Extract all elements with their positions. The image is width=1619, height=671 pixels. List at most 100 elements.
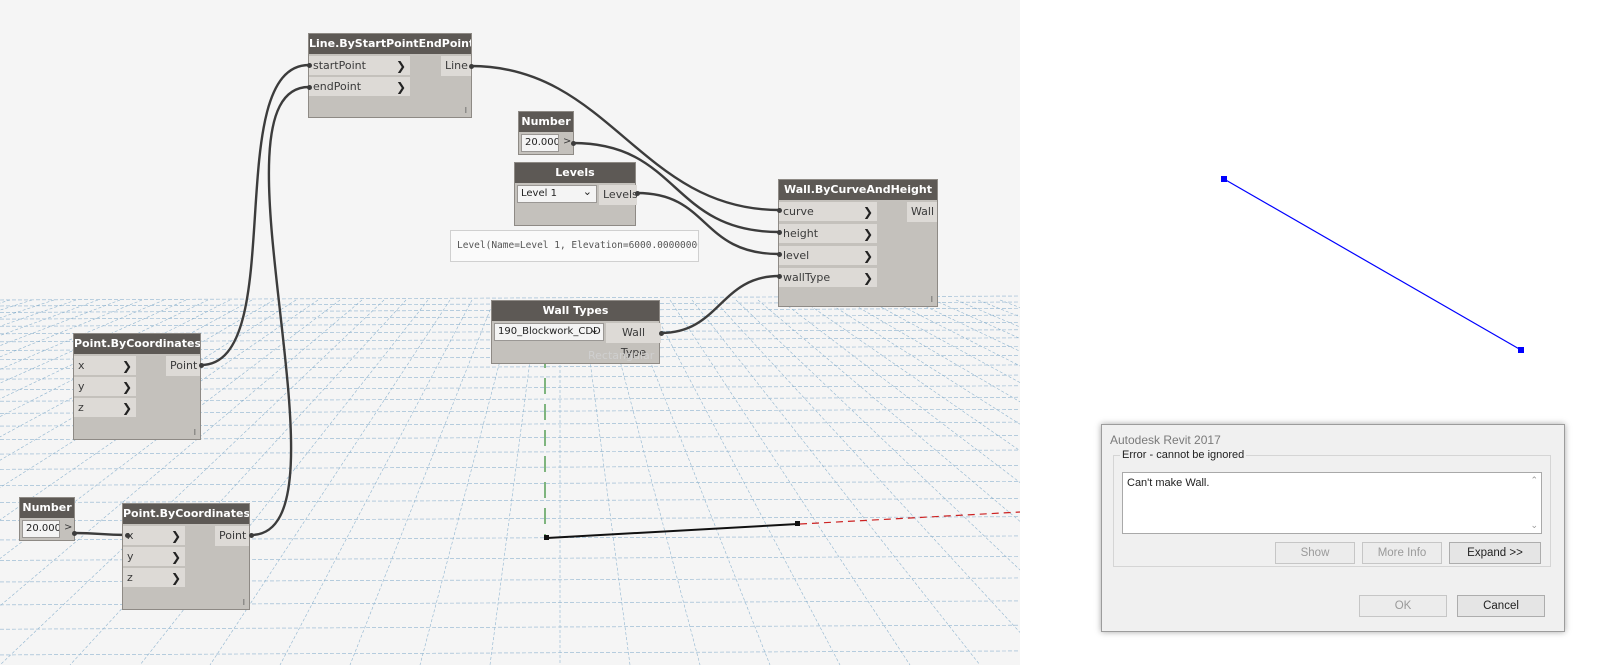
cancel-button[interactable]: Cancel (1457, 595, 1545, 617)
output-port-number[interactable]: > (64, 522, 72, 533)
port-connector-dot (469, 64, 474, 69)
chevron-right-icon: ❯ (395, 80, 406, 94)
input-port-level[interactable]: level ❯ (779, 246, 877, 266)
error-message: Can't make Wall. (1127, 477, 1210, 489)
port-connector-dot (777, 274, 782, 279)
number-input[interactable]: 20.000 (521, 134, 559, 152)
revit-model-line (1223, 178, 1522, 351)
input-port-walltype[interactable]: wallType ❯ (779, 268, 877, 288)
levels-dropdown[interactable]: Level 1 (517, 185, 597, 203)
levels-node[interactable]: Levels Level 1 Levels (514, 162, 638, 226)
chevron-right-icon: ❯ (121, 401, 132, 415)
dialog-title: Autodesk Revit 2017 (1110, 433, 1221, 447)
grid-line (669, 299, 911, 665)
show-button[interactable]: Show (1275, 542, 1355, 564)
input-port-z[interactable]: z ❯ (74, 398, 136, 418)
output-port-point[interactable]: Point (166, 356, 200, 376)
grid-line (0, 650, 1020, 656)
grid-line (735, 299, 1020, 571)
number-input[interactable]: 20.000 (22, 520, 60, 538)
output-port-walltype[interactable]: Wall Type (606, 323, 661, 359)
port-label: y (127, 550, 134, 563)
port-connector-dot (199, 363, 204, 368)
point-by-coordinates-node-1[interactable]: Point.ByCoordinates x ❯ y ❯ z ❯ Point l (73, 333, 201, 440)
port-connector-dot (307, 85, 312, 90)
lacing-indicator: l (242, 598, 245, 607)
output-port-point[interactable]: Point (215, 526, 249, 546)
port-connector-dot (777, 208, 782, 213)
node-title: Wall Types (492, 301, 659, 321)
port-connector-dot (72, 531, 77, 536)
grid-line (0, 498, 1020, 503)
wall-types-dropdown[interactable]: 190_Blockwork_CDD (494, 323, 604, 341)
number-node-bottom[interactable]: Number 20.000 > (19, 497, 75, 541)
number-node-top[interactable]: Number 20.000 > (518, 111, 574, 155)
node-title: Number (20, 498, 74, 518)
node-title: Line.ByStartPointEndPoint (309, 34, 471, 54)
scroll-down-icon[interactable]: ⌄ (1530, 520, 1538, 531)
port-connector-dot (659, 331, 664, 336)
port-label: wallType (783, 271, 831, 284)
more-info-button[interactable]: More Info (1362, 542, 1442, 564)
port-label: startPoint (313, 59, 366, 72)
wall-by-curve-height-node[interactable]: Wall.ByCurveAndHeight curve ❯ height ❯ lev… (778, 179, 938, 307)
error-message-box[interactable]: Can't make Wall. ⌃ ⌄ (1122, 472, 1542, 534)
port-label: z (78, 401, 84, 414)
grid-line (955, 299, 1020, 328)
output-port-line[interactable]: Line (441, 56, 471, 76)
grid-line (845, 299, 1020, 403)
chevron-right-icon: ❯ (170, 550, 181, 564)
preview-line (546, 523, 799, 539)
preview-line-start (544, 535, 549, 540)
error-group: Error - cannot be ignored Can't make Wal… (1113, 449, 1551, 567)
chevron-right-icon: ❯ (862, 205, 873, 219)
port-connector-dot (307, 63, 312, 68)
lacing-indicator: l (464, 106, 467, 115)
lacing-indicator: l (930, 295, 933, 304)
input-port-y[interactable]: y ❯ (123, 547, 185, 567)
chevron-right-icon: ❯ (862, 227, 873, 241)
ghost-label: Rectangular (588, 349, 655, 362)
node-title: Number (519, 112, 573, 132)
grid-line (999, 299, 1020, 308)
input-port-x[interactable]: x ❯ (74, 356, 136, 376)
output-port-number[interactable]: > (563, 136, 571, 147)
port-connector-dot (635, 191, 640, 196)
input-port-x[interactable]: x ❯ (123, 526, 185, 546)
chevron-right-icon: ❯ (862, 249, 873, 263)
output-port-levels[interactable]: Levels (599, 185, 638, 205)
revit-line-start-grip (1221, 176, 1227, 182)
input-port-z[interactable]: z ❯ (123, 568, 185, 588)
x-axis-line (799, 511, 1020, 525)
input-port-endpoint[interactable]: endPoint ❯ (309, 77, 410, 97)
grid-line (0, 624, 1020, 630)
input-port-y[interactable]: y ❯ (74, 377, 136, 397)
chevron-right-icon: ❯ (862, 271, 873, 285)
lacing-indicator: l (193, 428, 196, 437)
dynamo-canvas[interactable]: Line.ByStartPointEndPoint startPoint ❯ en… (0, 0, 1020, 665)
grid-line (0, 481, 1020, 486)
port-label: level (783, 249, 810, 262)
point-by-coordinates-node-2[interactable]: Point.ByCoordinates x ❯ y ❯ z ❯ Point l (122, 503, 250, 610)
port-label: height (783, 227, 819, 240)
grid-line (801, 299, 1020, 452)
grid-line (867, 299, 1020, 383)
port-connector-dot (125, 533, 130, 538)
port-label: y (78, 380, 85, 393)
ok-button[interactable]: OK (1359, 595, 1447, 617)
line-by-start-end-node[interactable]: Line.ByStartPointEndPoint startPoint ❯ en… (308, 33, 472, 118)
chevron-right-icon: ❯ (121, 359, 132, 373)
output-port-wall[interactable]: Wall (907, 202, 937, 222)
port-connector-dot (777, 252, 782, 257)
input-port-startpoint[interactable]: startPoint ❯ (309, 56, 410, 76)
node-title: Wall.ByCurveAndHeight (779, 180, 937, 200)
port-label: endPoint (313, 80, 362, 93)
grid-line (279, 299, 473, 665)
scroll-up-icon[interactable]: ⌃ (1530, 475, 1538, 486)
chevron-right-icon: ❯ (170, 529, 181, 543)
grid-line (823, 299, 1020, 425)
preview-line-end (795, 521, 800, 526)
expand-button[interactable]: Expand >> (1449, 542, 1541, 564)
input-port-height[interactable]: height ❯ (779, 224, 877, 244)
input-port-curve[interactable]: curve ❯ (779, 202, 877, 222)
